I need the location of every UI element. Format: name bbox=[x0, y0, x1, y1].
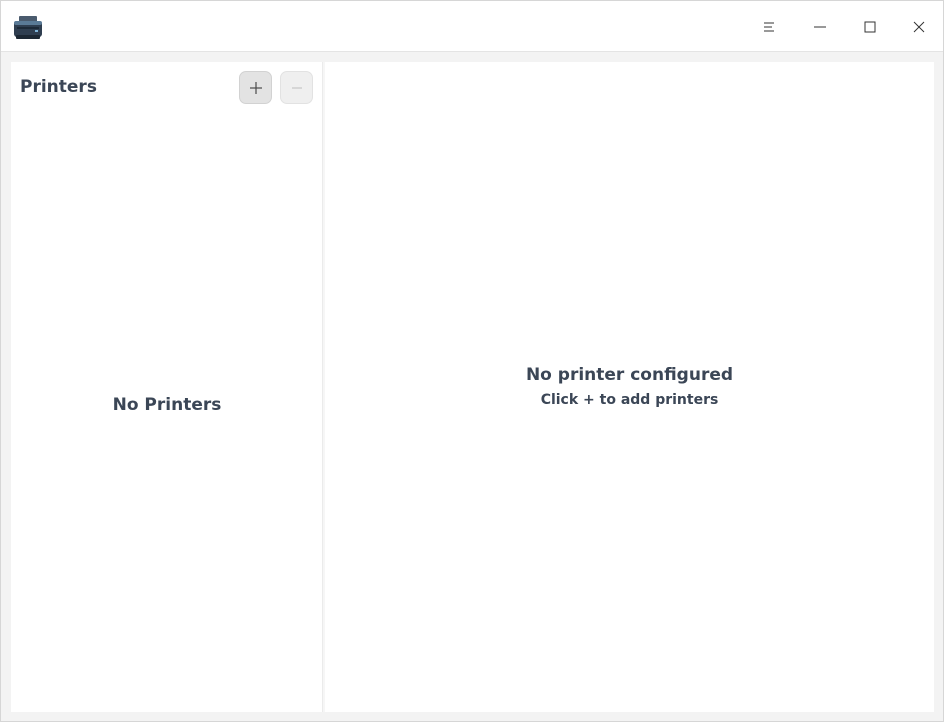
printer-icon bbox=[13, 15, 43, 41]
app-window: Printers No Printers No printer configur… bbox=[0, 0, 944, 722]
close-button[interactable] bbox=[906, 14, 932, 40]
sidebar-title: Printers bbox=[20, 77, 97, 97]
printer-details-panel: No printer configured Click + to add pri… bbox=[325, 62, 934, 712]
maximize-icon bbox=[864, 21, 876, 33]
menu-icon bbox=[764, 22, 774, 32]
no-printers-label: No Printers bbox=[112, 395, 222, 415]
menu-button[interactable] bbox=[756, 14, 782, 40]
plus-icon bbox=[249, 81, 262, 94]
remove-printer-button[interactable] bbox=[280, 71, 313, 104]
empty-state: No printer configured Click + to add pri… bbox=[325, 363, 934, 411]
title-bar bbox=[1, 1, 943, 52]
maximize-button[interactable] bbox=[857, 14, 883, 40]
minimize-button[interactable] bbox=[807, 14, 833, 40]
minus-icon bbox=[291, 86, 302, 89]
close-icon bbox=[913, 21, 925, 33]
minimize-icon bbox=[814, 26, 826, 28]
empty-state-subtitle: Click + to add printers bbox=[540, 392, 719, 408]
content-area: Printers No Printers No printer configur… bbox=[11, 62, 934, 712]
empty-state-title: No printer configured bbox=[525, 365, 734, 385]
add-printer-button[interactable] bbox=[239, 71, 272, 104]
printer-sidebar: Printers No Printers bbox=[11, 62, 323, 712]
